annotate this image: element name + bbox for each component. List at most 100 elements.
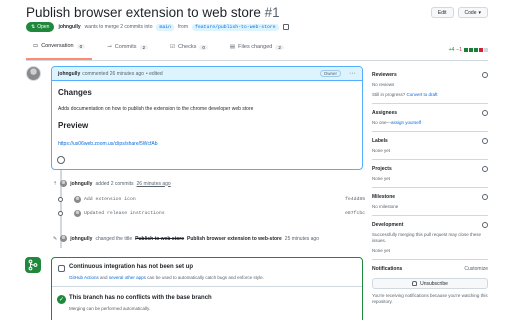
- file-diff-icon: ▤: [229, 44, 236, 50]
- checks-icon: ☑: [170, 44, 175, 50]
- pr-title: Publish browser extension to web store #…: [26, 5, 280, 20]
- ci-rest: can be used to automatically catch bugs …: [147, 275, 264, 280]
- ci-section: Continuous integration has not been set …: [52, 258, 362, 287]
- tab-label: Files changed: [238, 44, 273, 50]
- sidebar-heading[interactable]: Development: [372, 222, 403, 228]
- avatar[interactable]: [26, 66, 41, 81]
- header-actions: Edit Code ▾: [430, 7, 488, 18]
- tab-commits[interactable]: ⊸ Commits 2: [100, 40, 155, 60]
- preview-link[interactable]: https://us06web.zoom.us/clips/share/5Wcf…: [58, 141, 356, 147]
- diffstat-bars: [464, 48, 488, 52]
- sidebar-text: None yet: [372, 148, 391, 153]
- sidebar-text: Still in progress? Convert to draft: [372, 92, 488, 98]
- diffstat: +4 −1: [449, 47, 488, 60]
- commit-message[interactable]: Updated release instructions: [84, 211, 165, 216]
- event-time[interactable]: 26 minutes ago: [137, 181, 171, 187]
- gear-icon[interactable]: [482, 110, 488, 116]
- commit-row[interactable]: Add extension icon: [74, 196, 136, 203]
- gear-icon[interactable]: [482, 138, 488, 144]
- timeline-commits-event: ⇡ johngully added 2 commits 26 minutes a…: [53, 180, 171, 187]
- edit-button[interactable]: Edit: [430, 7, 454, 18]
- sidebar-text: No milestone: [372, 204, 399, 209]
- sidebar-milestone: Milestone No milestone: [372, 188, 488, 216]
- tab-counter: 2: [275, 44, 284, 50]
- tab-checks[interactable]: ☑ Checks 0: [163, 40, 215, 60]
- event-author[interactable]: johngully: [70, 236, 92, 242]
- kebab-menu-icon[interactable]: ···: [349, 70, 356, 77]
- pr-meta-from: from: [178, 24, 188, 30]
- sidebar: Reviewers No reviews Still in progress? …: [372, 66, 488, 310]
- sidebar-heading[interactable]: Assignees: [372, 110, 397, 116]
- avatar[interactable]: [74, 196, 81, 203]
- head-branch[interactable]: feature/publish-to-web-store: [192, 23, 279, 31]
- tab-counter: 0: [76, 43, 86, 49]
- sidebar-text: No reviews: [372, 82, 395, 87]
- heading-preview: Preview: [58, 121, 89, 130]
- pencil-icon: ✎: [53, 235, 58, 242]
- comment-timestamp[interactable]: commented 26 minutes ago: [82, 71, 144, 77]
- sidebar-text: No one—assign yourself: [372, 120, 488, 126]
- gear-icon[interactable]: [482, 194, 488, 200]
- tab-label: Checks: [178, 44, 197, 50]
- github-actions-link[interactable]: GitHub Actions: [69, 275, 99, 280]
- assign-yourself-link[interactable]: assign yourself: [391, 120, 421, 125]
- comment-author[interactable]: johngully: [58, 71, 80, 77]
- commit-sha[interactable]: fe4dd85: [345, 197, 365, 202]
- ci-subtitle: GitHub Actions and several other apps ca…: [69, 275, 264, 280]
- tab-counter: 2: [139, 44, 149, 50]
- pr-meta-text: wants to merge 2 commits into: [84, 24, 153, 30]
- sidebar-heading: Notifications: [372, 266, 403, 272]
- pr-description-comment: johngully commented 26 minutes ago • edi…: [51, 66, 363, 170]
- comment-edited[interactable]: • edited: [146, 71, 163, 77]
- code-button[interactable]: Code ▾: [457, 7, 488, 18]
- bell-slash-icon: [412, 281, 418, 286]
- sidebar-reviewers: Reviewers No reviews Still in progress? …: [372, 66, 488, 104]
- sidebar-heading[interactable]: Reviewers: [372, 72, 397, 78]
- tab-conversation[interactable]: ▭ Conversation 0: [26, 40, 93, 60]
- commit-icon: [58, 211, 63, 216]
- sidebar-projects: Projects None yet: [372, 160, 488, 188]
- new-title: Publish browser extension to web-store: [187, 235, 282, 242]
- commit-icon: ⊸: [107, 44, 112, 50]
- gear-icon[interactable]: [482, 222, 488, 228]
- sidebar-text: Successfully merging this pull request m…: [372, 232, 482, 243]
- tab-files-changed[interactable]: ▤ Files changed 2: [223, 40, 291, 60]
- unsubscribe-button[interactable]: Unsubscribe: [372, 278, 488, 289]
- status-badge-label: Open: [37, 24, 50, 30]
- tab-label: Commits: [114, 44, 137, 50]
- pr-tabs: ▭ Conversation 0 ⊸ Commits 2 ☑ Checks 0 …: [26, 41, 488, 61]
- copy-icon[interactable]: [282, 24, 289, 30]
- gear-icon[interactable]: [482, 72, 488, 78]
- assignees-none: No one—: [372, 120, 392, 125]
- sidebar-development: Development Successfully merging this pu…: [372, 216, 488, 260]
- customize-link[interactable]: Customize: [464, 266, 488, 272]
- event-author[interactable]: johngully: [70, 181, 92, 187]
- merge-box: Continuous integration has not been set …: [51, 257, 363, 320]
- pr-author[interactable]: johngully: [58, 24, 80, 30]
- diffstat-deletions: −1: [456, 47, 462, 53]
- sidebar-heading[interactable]: Projects: [372, 166, 392, 172]
- base-branch[interactable]: main: [156, 23, 174, 31]
- convert-to-draft-link[interactable]: Convert to draft: [407, 92, 438, 97]
- avatar[interactable]: [74, 210, 81, 217]
- old-title: Publish to web store: [135, 235, 185, 242]
- sidebar-assignees: Assignees No one—assign yourself: [372, 104, 488, 132]
- heading-changes: Changes: [58, 88, 92, 97]
- avatar[interactable]: [60, 180, 68, 187]
- sidebar-heading[interactable]: Labels: [372, 138, 388, 144]
- gear-icon[interactable]: [482, 166, 488, 172]
- pr-meta: ⇅ Open johngully wants to merge 2 commit…: [26, 22, 289, 32]
- smiley-reaction-icon[interactable]: [57, 156, 65, 164]
- avatar[interactable]: [60, 235, 68, 242]
- chevron-down-icon: ▾: [478, 9, 481, 16]
- event-time[interactable]: 25 minutes ago: [285, 236, 319, 242]
- unsubscribe-label: Unsubscribe: [420, 280, 448, 287]
- sidebar-heading[interactable]: Milestone: [372, 194, 395, 200]
- owner-badge: Owner: [319, 70, 341, 77]
- commit-message[interactable]: Add extension icon: [84, 197, 136, 202]
- commit-sha[interactable]: e87fcbc: [345, 211, 365, 216]
- commit-row[interactable]: Updated release instructions: [74, 210, 165, 217]
- check-icon: ✓: [57, 295, 66, 304]
- other-apps-link[interactable]: several other apps: [109, 275, 146, 280]
- commit-icon: [58, 197, 63, 202]
